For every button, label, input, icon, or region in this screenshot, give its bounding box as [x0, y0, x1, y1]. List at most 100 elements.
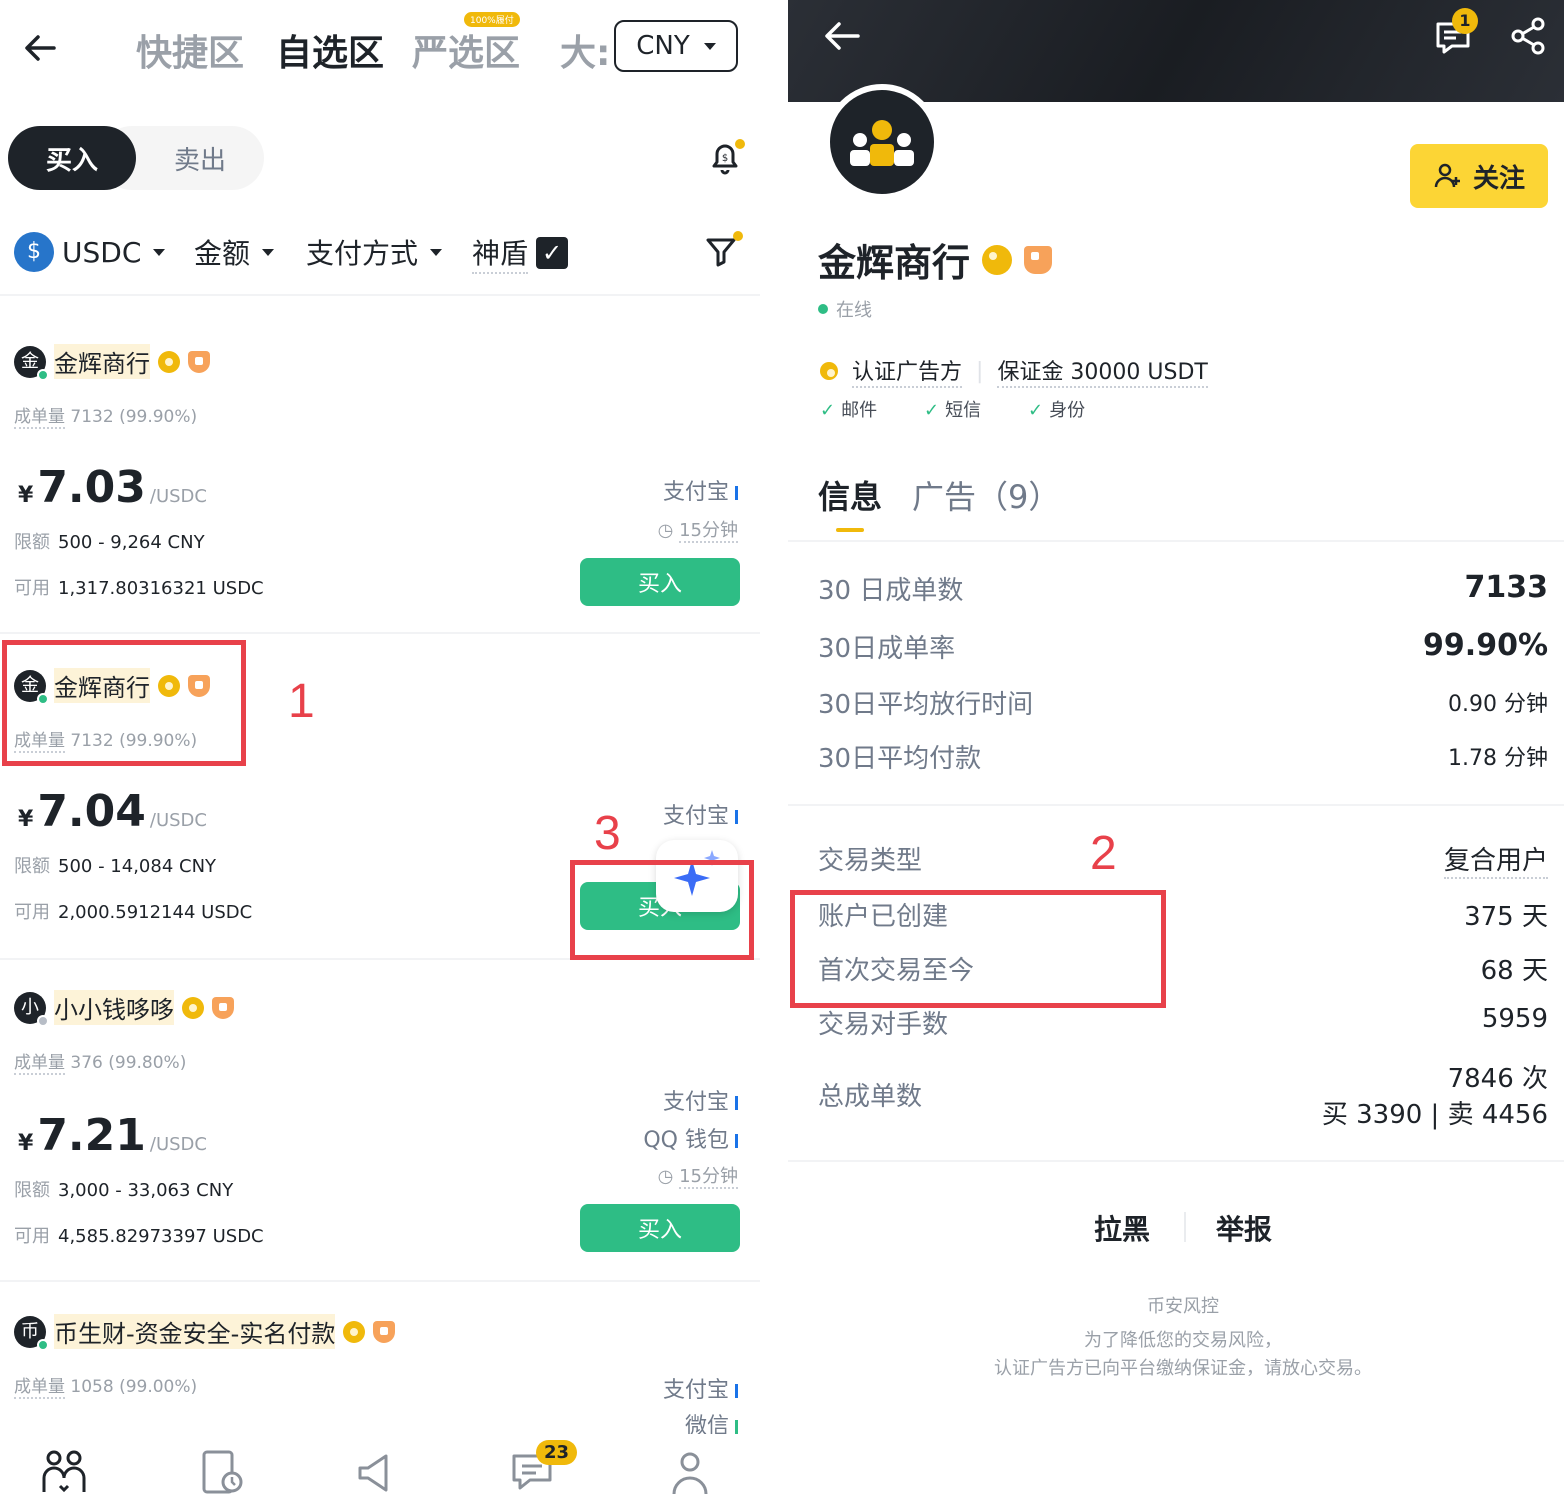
chevron-down-icon: [703, 42, 716, 50]
buy-button-label: 买入: [637, 1218, 682, 1243]
payment-filter[interactable]: 支付方式: [306, 232, 443, 272]
limit-value: 500 - 14,084 CNY: [58, 856, 217, 877]
price-value: 7.03: [37, 462, 146, 513]
shield-filter[interactable]: 神盾 ✓: [472, 232, 569, 274]
detail-value: 68 天: [1480, 956, 1548, 986]
filter-divider: [0, 294, 760, 296]
buy-button[interactable]: 买入: [580, 558, 740, 606]
online-dot: [818, 304, 828, 314]
available-label: 可用: [14, 1226, 50, 1247]
deposit-tag[interactable]: 保证金 30000 USDT: [997, 354, 1208, 388]
payment-method: 支付宝: [663, 798, 738, 830]
filter-funnel-icon[interactable]: [702, 230, 746, 274]
detail-subvalue: 买 3390 | 卖 4456: [1321, 1100, 1548, 1130]
back-arrow-icon[interactable]: [820, 14, 864, 58]
limit-row: 限额 500 - 9,264 CNY: [14, 528, 205, 554]
buy-button-label: 买入: [637, 572, 682, 597]
stat-value: 7133: [1464, 570, 1549, 605]
verify-label: 邮件: [841, 400, 878, 421]
coin-filter[interactable]: $ USDC: [14, 232, 166, 272]
payment-label: QQ 钱包: [643, 1128, 729, 1153]
currency-value: CNY: [636, 31, 690, 61]
shield-badge-icon: [212, 996, 234, 1019]
tab-quick-zone[interactable]: 快捷区: [136, 24, 244, 76]
merchant-name: 小小钱哆哆: [54, 990, 174, 1025]
chevron-down-icon: [430, 248, 443, 256]
limit-value: 3,000 - 33,063 CNY: [58, 1180, 234, 1201]
tag-separator: |: [976, 358, 984, 384]
detail-label: 交易对手数: [818, 1010, 949, 1040]
buy-button[interactable]: 买入: [580, 1204, 740, 1252]
price-unit: /USDC: [149, 810, 207, 831]
verify-label: 身份: [1049, 400, 1086, 421]
stats-divider: [788, 804, 1564, 806]
detail-label: 总成单数: [818, 1082, 923, 1112]
merchant-header[interactable]: 币 币生财-资金安全-实名付款: [14, 1314, 396, 1351]
listing-divider: [0, 632, 760, 634]
disclaimer-line: 为了降低您的交易风险，: [1084, 1330, 1282, 1351]
merchant-header[interactable]: 小 小小钱哆哆: [14, 990, 234, 1027]
avatar: [824, 84, 940, 200]
report-button[interactable]: 举报: [1216, 1208, 1272, 1248]
block-button[interactable]: 拉黑: [1094, 1208, 1150, 1248]
tab-info[interactable]: 信息: [818, 472, 882, 518]
svg-text:$: $: [722, 153, 728, 164]
online-status-label: 在线: [836, 300, 872, 321]
price-unit: /USDC: [149, 1134, 207, 1155]
follow-button[interactable]: 关注: [1410, 144, 1548, 208]
gold-merchant-badge-icon: [343, 1320, 366, 1343]
order-stat: 成单量 1058 (99.00%): [14, 1372, 198, 1399]
yen-symbol: ¥: [18, 807, 34, 832]
annotation-number-3: 3: [594, 807, 621, 860]
coin-filter-label: USDC: [62, 235, 142, 269]
payment-method: QQ 钱包: [643, 1122, 738, 1154]
available-row: 可用 1,317.80316321 USDC: [14, 574, 264, 600]
payment-time: ◷ 15分钟: [657, 520, 738, 543]
buy-toggle[interactable]: 买入: [8, 126, 136, 190]
detail-value[interactable]: 复合用户: [1443, 840, 1548, 879]
price-alert-bell-icon[interactable]: $: [704, 136, 748, 180]
stat-value: 1.78 分钟: [1448, 746, 1548, 771]
currency-select[interactable]: CNY: [614, 20, 738, 72]
avatar-char: 币: [21, 1320, 39, 1342]
tab-large-zone[interactable]: 大:: [560, 24, 610, 76]
shield-badge-icon: [373, 1320, 396, 1343]
verify-label: 短信: [945, 400, 982, 421]
nav-p2p-icon[interactable]: [38, 1446, 90, 1498]
nav-ads-icon[interactable]: [352, 1446, 404, 1498]
back-arrow-icon[interactable]: [20, 28, 60, 68]
tab-custom-zone[interactable]: 自选区: [276, 24, 384, 76]
stat-value: 0.90 分钟: [1448, 692, 1548, 717]
price-value: 7.21: [37, 1110, 146, 1161]
stat-value: 1058 (99.00%): [70, 1377, 198, 1397]
merchant-name: 币生财-资金安全-实名付款: [54, 1314, 336, 1349]
limit-row: 限额 3,000 - 33,063 CNY: [14, 1176, 233, 1202]
time-value: 15分钟: [679, 520, 738, 543]
checkbox-checked-icon[interactable]: ✓: [536, 237, 569, 269]
stat-label: 成单量: [14, 1377, 65, 1399]
disclaimer-title: 币安风控: [1147, 1296, 1219, 1317]
amount-filter[interactable]: 金额: [194, 232, 275, 272]
message-count: 1: [1459, 11, 1471, 30]
order-stat: 成单量 7132 (99.90%): [14, 402, 197, 429]
add-user-icon: [1434, 163, 1460, 188]
disclaimer-line: 认证广告方已向平台缴纳保证金，请放心交易。: [994, 1358, 1372, 1379]
nav-orders-icon[interactable]: [196, 1446, 248, 1498]
yen-symbol: ¥: [18, 483, 34, 508]
verified-advertiser-tag[interactable]: 认证广告方: [852, 354, 963, 388]
limit-value: 500 - 9,264 CNY: [58, 532, 205, 553]
payment-time: ◷ 15分钟: [657, 1166, 738, 1189]
sell-toggle-label: 卖出: [173, 145, 226, 176]
annotation-number-2: 2: [1090, 827, 1117, 880]
nav-profile-icon[interactable]: [664, 1446, 716, 1498]
detail-value: 5959: [1481, 1004, 1548, 1034]
available-value: 1,317.80316321 USDC: [58, 578, 264, 599]
tab-divider: [788, 540, 1564, 542]
annotation-box-2: [790, 890, 1166, 1008]
tab-ads[interactable]: 广告（9）: [912, 472, 1060, 518]
merchant-header[interactable]: 金 金辉商行: [14, 344, 210, 381]
share-icon[interactable]: [1506, 14, 1550, 58]
tab-selected-zone[interactable]: 严选区: [412, 24, 520, 76]
avatar-char: 小: [21, 996, 39, 1018]
detail-value: 7846 次: [1447, 1064, 1548, 1094]
